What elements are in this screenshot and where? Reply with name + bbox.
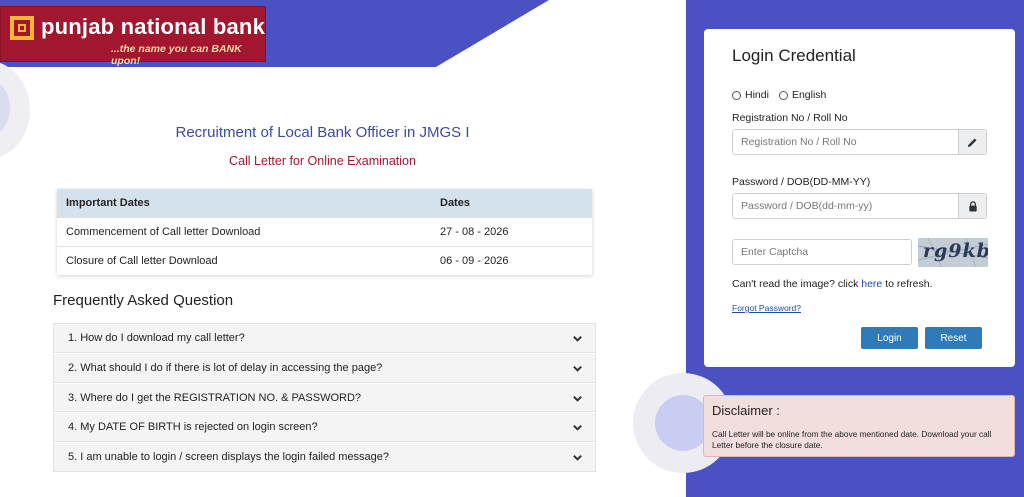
bank-logo[interactable]: punjab national bank ...the name you can… (0, 6, 266, 67)
language-label: English (791, 89, 827, 101)
disclaimer-title: Disclaimer : (712, 403, 780, 418)
table-row: Commencement of Call letter Download 27 … (57, 216, 592, 246)
captcha-text: rg9kb (923, 240, 988, 262)
language-option-hindi[interactable]: Hindi (732, 89, 769, 101)
table-row: Closure of Call letter Download 06 - 09 … (57, 245, 592, 275)
radio-button[interactable] (778, 90, 788, 100)
page-subtitle: Call Letter for Online Examination (229, 154, 416, 168)
faq-accordion: 1. How do I download my call letter? 2. … (53, 323, 596, 472)
faq-question: 2. What should I do if there is lot of d… (68, 361, 383, 374)
faq-question: 4. My DATE OF BIRTH is rejected on login… (68, 421, 318, 434)
chevron-down-icon (573, 335, 582, 342)
faq-question: 1. How do I download my call letter? (68, 332, 245, 344)
forgot-password-link[interactable]: Forgot Password? (732, 303, 801, 313)
faq-item[interactable]: 2. What should I do if there is lot of d… (53, 352, 596, 383)
registration-input[interactable] (733, 130, 958, 154)
language-selector: Hindi English (732, 89, 830, 101)
column-header: Important Dates (57, 189, 431, 217)
captcha-input[interactable] (732, 239, 912, 265)
chevron-down-icon (573, 395, 582, 402)
captcha-refresh-hint: Can't read the image? click here to refr… (732, 278, 932, 290)
faq-heading: Frequently Asked Question (53, 292, 234, 309)
table-cell: Commencement of Call letter Download (57, 216, 431, 246)
login-card: Login Credential Hindi English Registrat… (704, 29, 1015, 367)
page-title: Recruitment of Local Bank Officer in JMG… (175, 124, 470, 141)
registration-label: Registration No / Roll No (732, 112, 848, 124)
pencil-icon (958, 130, 986, 154)
faq-question: 3. Where do I get the REGISTRATION NO. &… (68, 391, 362, 404)
password-input[interactable] (733, 194, 958, 218)
radio-button[interactable] (732, 90, 741, 100)
table-cell: 06 - 09 - 2026 (431, 245, 592, 275)
bank-name: punjab national bank (41, 14, 266, 39)
important-dates-table: Important Dates Dates Commencement of Ca… (57, 189, 592, 275)
reset-button[interactable]: Reset (925, 327, 982, 349)
password-label: Password / DOB(DD-MM-YY) (732, 176, 871, 188)
refresh-text: to refresh. (882, 278, 933, 290)
captcha-image: rg9kb (918, 238, 988, 267)
faq-item[interactable]: 3. Where do I get the REGISTRATION NO. &… (53, 382, 596, 413)
language-option-english[interactable]: English (778, 89, 827, 101)
table-header-row: Important Dates Dates (57, 189, 592, 217)
chevron-down-icon (573, 365, 582, 372)
login-button[interactable]: Login (861, 327, 918, 349)
faq-item[interactable]: 4. My DATE OF BIRTH is rejected on login… (53, 412, 596, 443)
refresh-text: Can't read the image? click (732, 278, 862, 290)
password-input-group (732, 193, 987, 219)
lock-icon (958, 194, 986, 218)
bank-tagline: ...the name you can BANK upon! (111, 43, 242, 67)
main-content: punjab national bank ...the name you can… (0, 0, 686, 497)
faq-item[interactable]: 5. I am unable to login / screen display… (53, 442, 596, 472)
table-cell: Closure of Call letter Download (57, 245, 431, 275)
login-title: Login Credential (732, 46, 856, 65)
table-cell: 27 - 08 - 2026 (431, 216, 592, 246)
column-header: Dates (431, 189, 592, 217)
registration-input-group (732, 129, 987, 155)
faq-question: 5. I am unable to login / screen display… (68, 451, 390, 464)
disclaimer-box: Disclaimer : Call Letter will be online … (703, 395, 1015, 457)
chevron-down-icon (573, 425, 582, 432)
faq-item[interactable]: 1. How do I download my call letter? (53, 323, 596, 353)
disclaimer-text: Call Letter will be online from the abov… (712, 429, 992, 450)
language-label: Hindi (745, 89, 769, 101)
chevron-down-icon (573, 455, 582, 461)
pnb-logo-icon (10, 16, 34, 40)
captcha-refresh-link[interactable]: here (861, 278, 882, 290)
